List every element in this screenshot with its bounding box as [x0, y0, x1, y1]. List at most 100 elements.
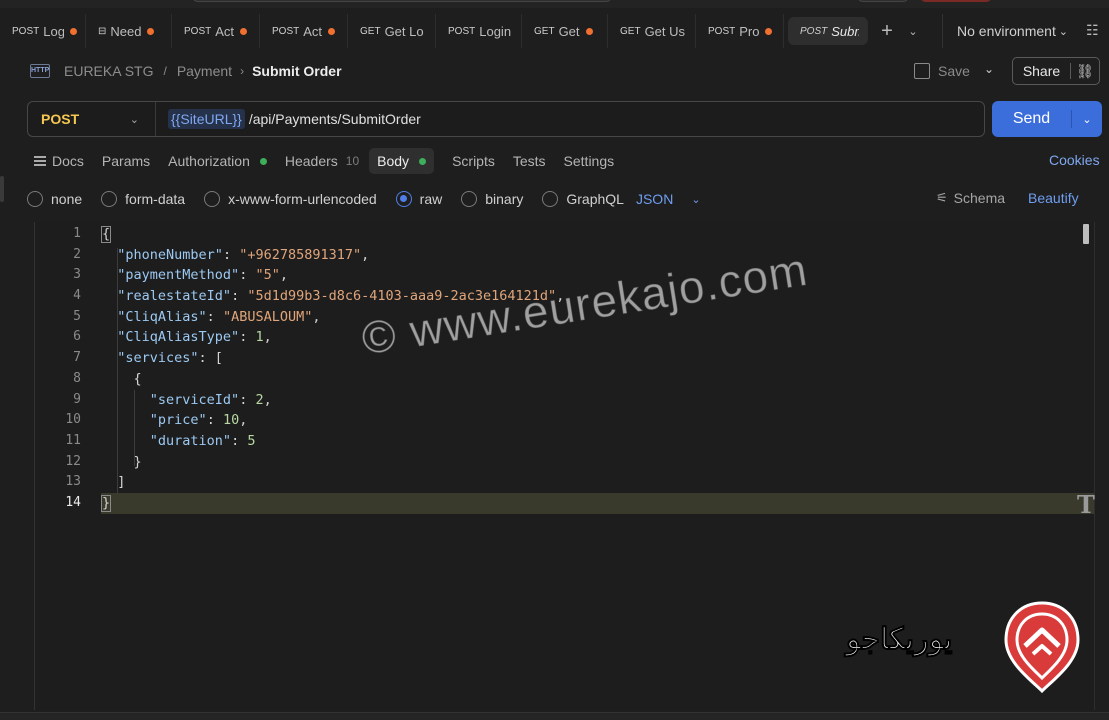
tab-item[interactable]: POST Login	[436, 14, 522, 48]
tab-method: POST	[448, 25, 476, 37]
headers-count: 10	[345, 154, 360, 168]
option-label: raw	[419, 191, 443, 207]
tab-item[interactable]: GET Get	[522, 14, 608, 48]
sidebar-edge[interactable]	[0, 176, 4, 202]
tab-title: Login	[479, 23, 512, 39]
tab-item[interactable]: POST Pro	[696, 14, 784, 48]
code-lines: { "phoneNumber": "+962785891317", "payme…	[101, 224, 1094, 514]
send-options-chevron-icon[interactable]: ⌄	[1072, 113, 1102, 126]
tab-method: POST	[272, 25, 300, 37]
environment-quick-look-icon[interactable]: ☷	[1086, 22, 1102, 38]
unsaved-dot-icon	[147, 27, 155, 35]
json-key: "services"	[117, 350, 199, 367]
json-value: 1	[255, 329, 264, 346]
tab-method: POST	[708, 25, 736, 37]
copy-link-icon[interactable]: ⛓	[1071, 63, 1099, 80]
tab-title: Act	[303, 23, 323, 39]
tab-item[interactable]: POST Act	[260, 14, 348, 48]
code-line-current: }	[101, 492, 1094, 514]
top-button-edge[interactable]	[857, 0, 909, 2]
tab-title: Log	[43, 23, 64, 39]
tab-title: Pro	[739, 23, 760, 39]
tab-method: POST	[12, 25, 40, 37]
raw-format-selector[interactable]: JSON ⌄	[636, 191, 701, 207]
body-option-graphql[interactable]: GraphQL	[542, 191, 624, 207]
save-options-chevron-icon[interactable]: ⌄	[984, 62, 994, 76]
tab-item[interactable]: GET Get Lo	[348, 14, 436, 48]
radio-icon	[461, 191, 478, 207]
tab-title: Get	[558, 23, 580, 39]
beautify-button[interactable]: Beautify	[1028, 190, 1079, 206]
option-label: form-data	[125, 191, 186, 207]
body-type-options: none form-data x-www-form-urlencoded raw…	[27, 186, 701, 212]
url-input[interactable]: {{SiteURL}} /api/Payments/SubmitOrder	[168, 109, 421, 129]
tab-item[interactable]: POST Act	[172, 14, 260, 48]
code-line: "services": [	[117, 350, 223, 367]
tab-tests[interactable]: Tests	[513, 153, 546, 169]
breadcrumb-workspace[interactable]: EUREKA STG	[64, 63, 153, 79]
breadcrumb-request[interactable]: Submit Order	[252, 63, 341, 79]
line-number: 4	[73, 288, 81, 304]
line-number-current: 14	[65, 494, 81, 510]
schema-label: Schema	[953, 190, 1006, 206]
cookies-link[interactable]: Cookies	[1049, 152, 1100, 168]
body-option-raw[interactable]: raw	[395, 191, 443, 207]
method-selector[interactable]: POST ⌄	[28, 102, 156, 136]
share-button[interactable]: Share	[1013, 63, 1071, 79]
json-key: "duration"	[149, 432, 232, 449]
line-number: 2	[73, 246, 81, 262]
body-option-binary[interactable]: binary	[461, 191, 523, 207]
save-button[interactable]: Save	[914, 56, 970, 86]
http-icon: HTTP	[30, 64, 50, 78]
radio-selected-icon	[395, 191, 412, 207]
body-option-form-data[interactable]: form-data	[101, 191, 185, 207]
line-number: 13	[65, 474, 81, 490]
tab-scripts[interactable]: Scripts	[452, 153, 495, 169]
code-line: {	[101, 224, 1094, 245]
code-line: ]	[117, 474, 126, 491]
code-line: {	[133, 370, 142, 387]
json-value: "5"	[255, 267, 280, 284]
upgrade-button-edge[interactable]	[920, 0, 992, 2]
minimap-scroll-indicator[interactable]	[1083, 224, 1089, 244]
tab-scripts-label: Scripts	[452, 153, 495, 169]
text-cursor-icon: T	[1077, 490, 1095, 519]
status-dot-icon	[419, 157, 427, 165]
unsaved-dot-icon	[765, 27, 773, 35]
tab-params[interactable]: Params	[102, 153, 150, 169]
tab-item[interactable]: ⊟ Need	[86, 14, 172, 48]
option-label: GraphQL	[566, 191, 624, 207]
chevron-down-icon: ⌄	[129, 113, 139, 126]
tab-method: GET	[620, 25, 641, 37]
breadcrumb-collection[interactable]: Payment	[177, 63, 232, 79]
json-key: "paymentMethod"	[117, 267, 240, 284]
tab-body[interactable]: Body	[369, 148, 435, 174]
tab-headers[interactable]: Headers 10	[285, 153, 359, 169]
chevron-down-icon: ⌄	[691, 193, 701, 206]
environment-label: No environment	[957, 23, 1056, 39]
new-tab-plus-icon[interactable]: +	[872, 20, 902, 43]
tab-item[interactable]: POST Log	[0, 14, 86, 48]
url-variable[interactable]: {{SiteURL}}	[168, 109, 245, 129]
environment-selector[interactable]: No environment ⌄	[942, 14, 1078, 48]
body-option-none[interactable]: none	[27, 191, 82, 207]
body-option-urlencoded[interactable]: x-www-form-urlencoded	[204, 191, 377, 207]
tab-item[interactable]: GET Get Us	[608, 14, 696, 48]
json-key: "serviceId"	[149, 391, 240, 408]
tab-item-active[interactable]: POSTSubm	[788, 17, 868, 45]
tab-tests-label: Tests	[512, 153, 546, 169]
unsaved-dot-icon	[240, 27, 248, 35]
tab-docs[interactable]: Docs	[34, 153, 84, 169]
matching-brace: }	[101, 494, 112, 512]
schema-button[interactable]: ⚟ Schema	[936, 190, 1005, 206]
tab-authorization[interactable]: Authorization	[168, 153, 267, 169]
tabs-overflow-chevron-icon[interactable]: ⌄	[902, 25, 924, 38]
json-value: 2	[255, 391, 264, 408]
search-bar-edge[interactable]	[192, 0, 612, 2]
radio-icon	[542, 191, 559, 207]
breadcrumb: HTTP EUREKA STG / Payment › Submit Order	[30, 56, 342, 86]
tab-settings[interactable]: Settings	[564, 153, 615, 169]
chevron-right-icon: ›	[240, 64, 245, 78]
status-bar	[0, 712, 1109, 720]
send-button[interactable]: Send	[992, 110, 1072, 128]
